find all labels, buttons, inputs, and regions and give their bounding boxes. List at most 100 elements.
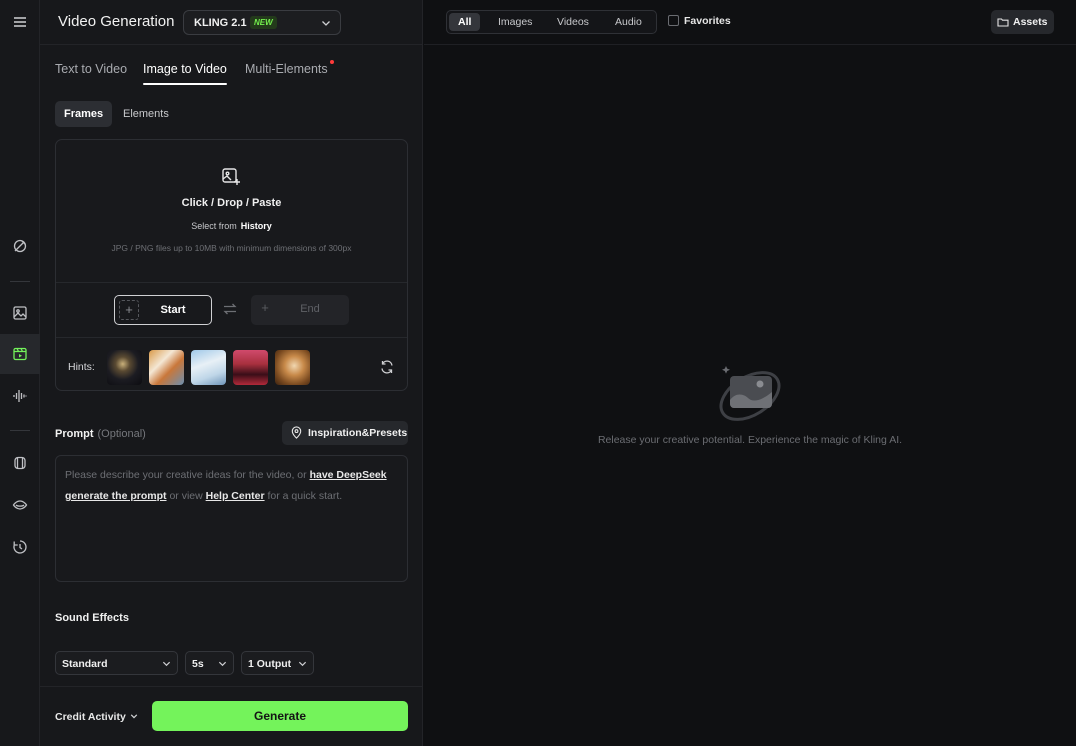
plus-icon: + — [261, 300, 269, 315]
chevron-down-icon — [162, 661, 171, 667]
checkbox[interactable] — [668, 15, 679, 26]
tab-label: Multi-Elements — [245, 62, 328, 76]
divider — [56, 282, 407, 283]
tab-label: Text to Video — [55, 62, 128, 76]
select-prefix: Select from — [191, 221, 237, 231]
select-from-history: Select from History — [56, 221, 407, 231]
folder-icon — [997, 18, 1009, 27]
menu-icon — [14, 17, 26, 27]
divider — [56, 337, 407, 338]
swap-icon[interactable] — [222, 301, 238, 317]
outputs-value: 1 Output — [248, 658, 292, 670]
placeholder-text: or view — [169, 490, 203, 502]
favorites-checkbox[interactable]: Favorites — [668, 15, 731, 27]
rail-separator — [10, 430, 30, 431]
active-tab-underline — [143, 83, 227, 85]
notification-dot — [329, 60, 334, 64]
start-frame-label: Start — [160, 304, 186, 316]
chevron-down-icon — [130, 714, 138, 719]
page-title: Video Generation — [58, 13, 175, 30]
duration-value: 5s — [192, 658, 204, 670]
pin-icon — [291, 426, 302, 439]
tab-multi-elements[interactable]: Multi-Elements — [245, 60, 334, 76]
placeholder-text: Please describe your creative ideas for … — [65, 469, 307, 481]
hints-label: Hints: — [68, 361, 95, 373]
upload-hint: JPG / PNG files up to 10MB with minimum … — [111, 243, 352, 253]
filter-segmented-control: All Images Videos Audio — [446, 10, 657, 34]
app-root: Video Generation KLING 2.1 NEW Text to V… — [0, 0, 1076, 746]
credit-activity-label: Credit Activity — [55, 711, 126, 723]
empty-state-text: Release your creative potential. Experie… — [597, 434, 903, 446]
rail-item-video[interactable] — [0, 334, 40, 374]
upload-title: Click / Drop / Paste — [181, 197, 282, 209]
history-link[interactable]: History — [241, 221, 272, 231]
placeholder-text: for a quick start. — [267, 490, 343, 502]
tab-text-to-video[interactable]: Text to Video — [55, 62, 127, 76]
refresh-icon[interactable] — [379, 359, 395, 375]
prompt-textarea[interactable]: Please describe your creative ideas for … — [55, 455, 408, 582]
menu-button[interactable] — [0, 2, 40, 42]
panel-footer: Credit Activity Generate — [40, 686, 423, 746]
credit-activity-button[interactable]: Credit Activity — [55, 711, 138, 723]
tab-label: Image to Video — [143, 62, 227, 76]
hint-thumbnail[interactable] — [107, 350, 142, 385]
hint-thumbnail[interactable] — [233, 350, 268, 385]
chevron-down-icon — [298, 661, 307, 667]
panel-header: Video Generation KLING 2.1 NEW — [40, 0, 423, 45]
upload-image-icon — [222, 168, 240, 185]
rail-item-audio[interactable] — [0, 376, 40, 416]
model-selector[interactable]: KLING 2.1 NEW — [183, 10, 341, 35]
mode-select[interactable]: Standard — [55, 651, 178, 675]
rail-item-elements[interactable] — [0, 443, 40, 483]
end-frame-button[interactable]: + End — [251, 295, 349, 325]
optional-label: (Optional) — [97, 428, 146, 440]
subtab-frames[interactable]: Frames — [55, 101, 113, 127]
rail-item-image[interactable] — [0, 293, 40, 333]
rail-separator — [10, 281, 30, 282]
filter-videos[interactable]: Videos — [548, 13, 598, 31]
sound-effects-label: Sound Effects — [55, 612, 129, 624]
start-frame-button[interactable]: + Start — [114, 295, 212, 325]
results-toolbar: All Images Videos Audio Favorites Assets — [424, 0, 1076, 45]
subtab-elements[interactable]: Elements — [114, 101, 178, 127]
model-name: KLING 2.1 — [194, 17, 247, 29]
rail-item-history[interactable] — [0, 527, 40, 567]
assets-label: Assets — [1013, 16, 1048, 28]
element-cube-icon — [14, 456, 26, 470]
inspiration-presets-label: Inspiration&Presets — [308, 427, 408, 439]
filter-audio[interactable]: Audio — [606, 13, 651, 31]
duration-select[interactable]: 5s — [185, 651, 234, 675]
assets-button[interactable]: Assets — [991, 10, 1054, 34]
image-icon — [13, 306, 27, 320]
rail-item-explore[interactable] — [0, 226, 40, 266]
inspiration-presets-button[interactable]: Inspiration&Presets — [282, 421, 408, 445]
end-frame-label: End — [300, 303, 320, 315]
rail-item-preview[interactable] — [0, 485, 40, 525]
tab-image-to-video[interactable]: Image to Video — [143, 62, 227, 85]
chevron-down-icon — [322, 21, 330, 26]
eye-icon — [12, 500, 28, 510]
image-upload-area[interactable]: Click / Drop / Paste Select from History … — [55, 139, 408, 391]
prompt-title: Prompt — [55, 428, 94, 440]
filter-all[interactable]: All — [449, 13, 481, 31]
video-icon — [13, 347, 27, 361]
hint-thumbnail[interactable] — [191, 350, 226, 385]
magic-brush-icon — [13, 239, 27, 253]
history-icon — [13, 540, 27, 554]
favorites-label: Favorites — [684, 15, 731, 27]
mode-value: Standard — [62, 658, 108, 670]
new-badge: NEW — [250, 16, 277, 29]
generate-button[interactable]: Generate — [152, 701, 408, 731]
help-center-link[interactable]: Help Center — [206, 490, 265, 502]
filter-images[interactable]: Images — [489, 13, 541, 31]
plus-icon: + — [119, 300, 139, 320]
empty-state-illustration — [719, 366, 781, 421]
audio-wave-icon — [13, 390, 27, 402]
hint-thumbnail[interactable] — [275, 350, 310, 385]
prompt-label: Prompt (Optional) — [55, 428, 146, 440]
results-area: All Images Videos Audio Favorites Assets… — [424, 0, 1076, 746]
outputs-select[interactable]: 1 Output — [241, 651, 314, 675]
left-rail — [0, 0, 40, 746]
chevron-down-icon — [218, 661, 227, 667]
hint-thumbnail[interactable] — [149, 350, 184, 385]
